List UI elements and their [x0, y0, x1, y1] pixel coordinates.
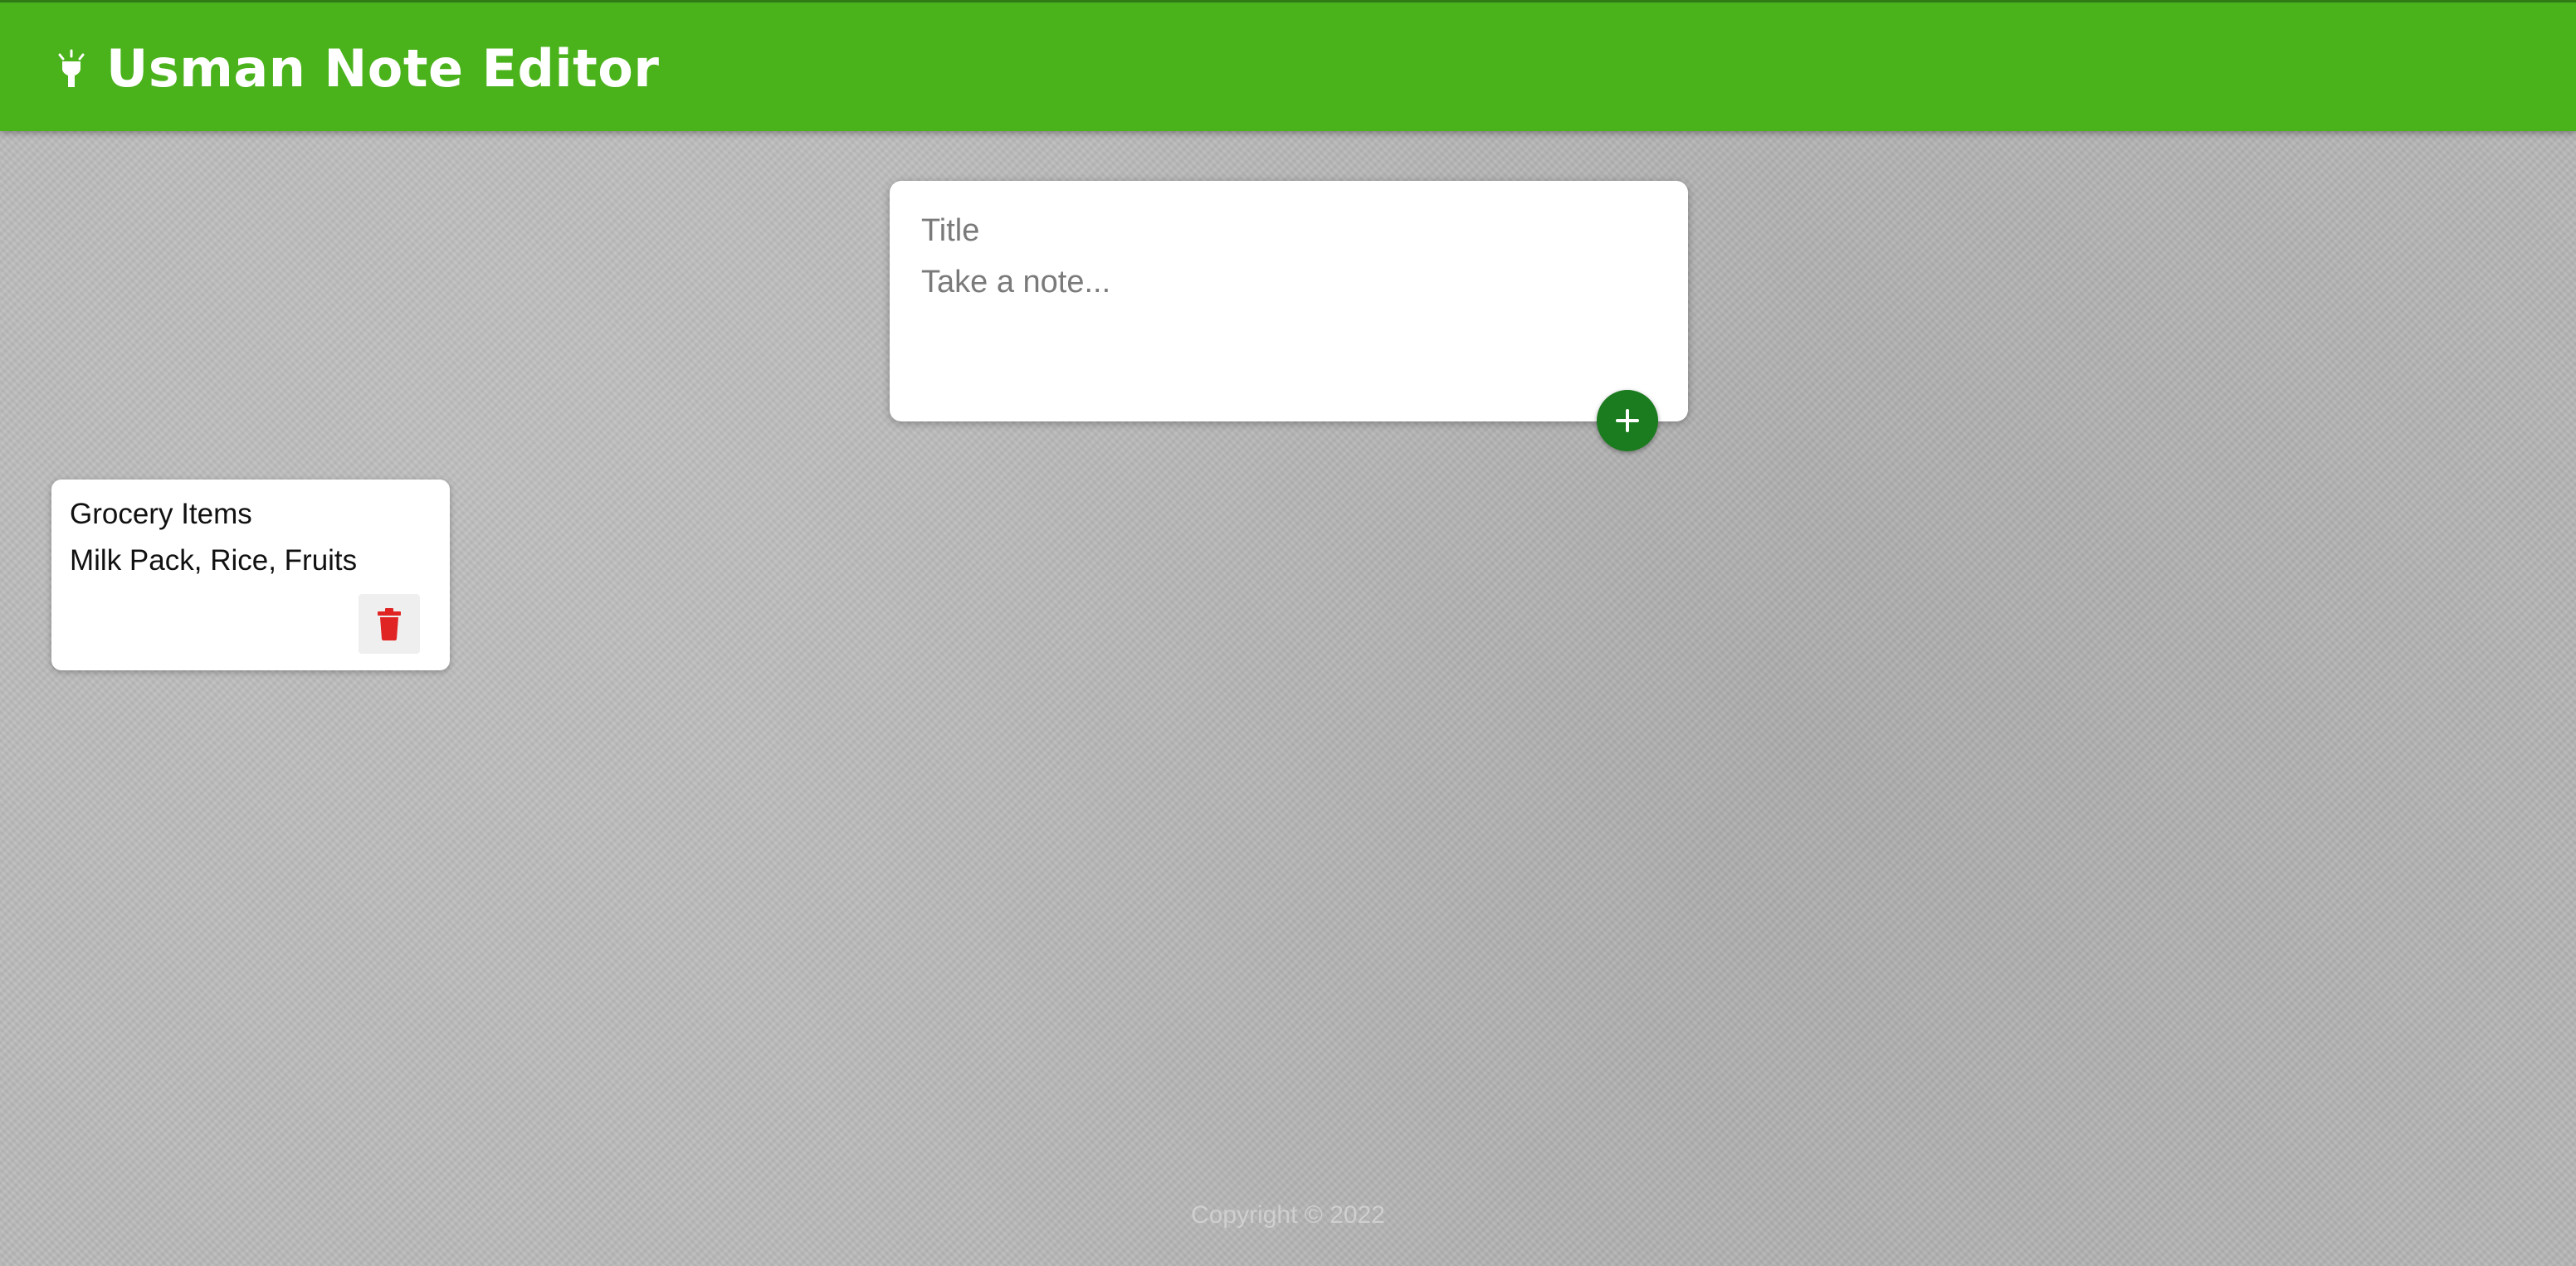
- note-card-content: Milk Pack, Rice, Fruits: [70, 544, 358, 577]
- note-card-title: Grocery Items: [70, 498, 252, 530]
- add-note-button[interactable]: [1597, 390, 1658, 451]
- note-card: Grocery Items Milk Pack, Rice, Fruits: [51, 480, 450, 670]
- trash-icon: [378, 608, 401, 640]
- create-note-form: [890, 181, 1688, 421]
- app-title: Usman Note Editor: [106, 38, 660, 99]
- note-title-input[interactable]: [921, 206, 1635, 256]
- footer-copyright: Copyright © 2022: [1191, 1201, 1385, 1229]
- lightbulb-icon: [55, 49, 88, 89]
- plus-icon: [1616, 409, 1639, 432]
- delete-note-button[interactable]: [359, 594, 420, 654]
- note-content-input[interactable]: [921, 259, 1635, 383]
- app-header: Usman Note Editor: [0, 0, 2576, 131]
